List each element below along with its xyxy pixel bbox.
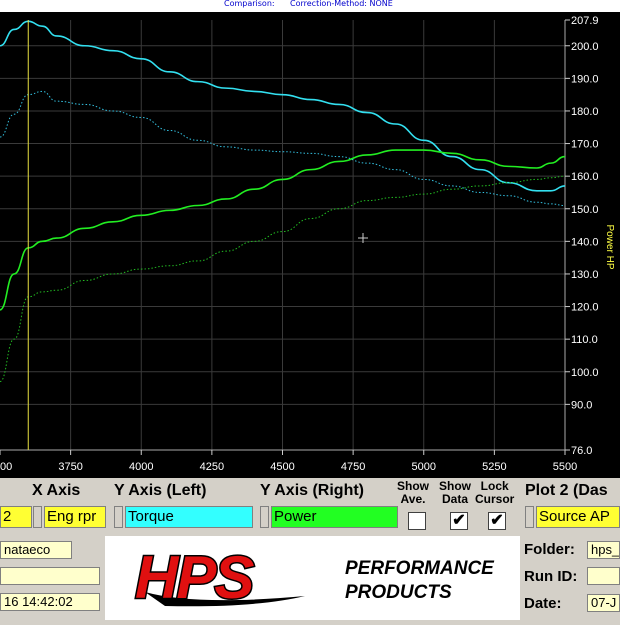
x-tick-label: 4250 xyxy=(200,461,224,473)
y-tick-label: 100.0 xyxy=(571,367,599,379)
y-left-spin-button[interactable] xyxy=(114,506,123,528)
y-tick-label: 170.0 xyxy=(571,139,599,151)
logo-tagline-2: PRODUCTS xyxy=(345,582,452,603)
blank-field[interactable] xyxy=(0,567,100,585)
y-tick-label: 90.0 xyxy=(571,399,592,411)
date-time-field[interactable]: 16 14:42:02 xyxy=(0,593,100,611)
plot-number-select[interactable]: 2 xyxy=(0,506,32,528)
x-tick-label: 4500 xyxy=(270,461,294,473)
y-tick-label: 180.0 xyxy=(571,106,599,118)
source-spin-button[interactable] xyxy=(525,506,534,528)
lock-cursor-label: Lock Cursor xyxy=(475,479,515,506)
y-axis-left-select[interactable]: Torque xyxy=(125,506,253,528)
y-right-axis-label: Power HP xyxy=(604,224,615,269)
folder-label: Folder: xyxy=(524,541,575,558)
lock-cursor-checkbox[interactable]: ✔ xyxy=(488,512,506,530)
x-tick-label: 5000 xyxy=(412,461,436,473)
name-field[interactable]: nataeco xyxy=(0,541,72,559)
y-tick-label: 76.0 xyxy=(571,445,592,457)
date-label: Date: xyxy=(524,595,562,612)
chart-background xyxy=(0,12,620,482)
show-ave-label: Show Ave. xyxy=(397,479,429,506)
y-tick-label: 130.0 xyxy=(571,269,599,281)
y-axis-left-label: Y Axis (Left) xyxy=(114,482,207,499)
y-tick-label: 207.9 xyxy=(571,15,599,27)
x-tick-label: 3750 xyxy=(58,461,82,473)
x-tick-label: 5250 xyxy=(482,461,506,473)
source-select[interactable]: Source AP xyxy=(536,506,620,528)
y-axis-right-select[interactable]: Power xyxy=(271,506,398,528)
x-tick-label: 4000 xyxy=(129,461,153,473)
x-tick-label: 3500 xyxy=(0,461,12,473)
y-tick-label: 150.0 xyxy=(571,204,599,216)
x-axis-select[interactable]: Eng rpr xyxy=(44,506,106,528)
date-field[interactable]: 07-J xyxy=(587,594,620,612)
run-id-field[interactable] xyxy=(587,567,620,585)
y-tick-label: 160.0 xyxy=(571,171,599,183)
y-tick-label: 140.0 xyxy=(571,236,599,248)
y-tick-label: 120.0 xyxy=(571,302,599,314)
hps-logo-graphic: HPS PERFORMANCE PRODUCTS xyxy=(134,543,496,613)
y-axis-right-label: Y Axis (Right) xyxy=(260,482,365,499)
y-right-spin-button[interactable] xyxy=(260,506,269,528)
logo-brand-text: HPS xyxy=(135,544,254,611)
y-tick-label: 200.0 xyxy=(571,41,599,53)
y-tick-label: 190.0 xyxy=(571,73,599,85)
y-tick-label: 110.0 xyxy=(571,334,598,346)
comparison-header: Comparison: Correction-Method: NONE xyxy=(0,0,620,12)
logo-tagline-1: PERFORMANCE xyxy=(345,558,495,579)
run-id-label: Run ID: xyxy=(524,568,578,585)
correction-method-label: Correction-Method: NONE xyxy=(290,0,393,8)
dyno-chart[interactable]: 3500 3750 4000 4250 4500 4750 5000 5250 5500 207.… xyxy=(0,12,620,482)
folder-field[interactable]: hps_ xyxy=(587,541,620,559)
comparison-label: Comparison: xyxy=(224,0,275,8)
show-data-checkbox[interactable]: ✔ xyxy=(450,512,468,530)
plot-number-spin-button[interactable] xyxy=(33,506,42,528)
show-data-label: Show Data xyxy=(439,479,471,506)
x-axis-label: X Axis xyxy=(32,482,81,499)
plot2-label: Plot 2 (Das xyxy=(525,482,608,499)
hps-logo: HPS PERFORMANCE PRODUCTS xyxy=(105,536,520,620)
x-tick-label: 4750 xyxy=(341,461,365,473)
show-ave-checkbox[interactable] xyxy=(408,512,426,530)
x-tick-label: 5500 xyxy=(553,461,577,473)
